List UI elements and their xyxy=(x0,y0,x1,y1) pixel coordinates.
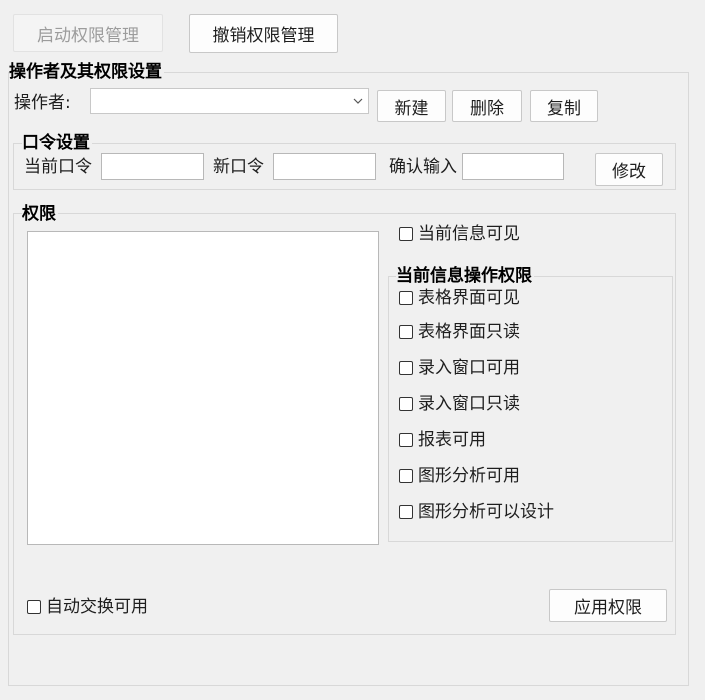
checkbox-label: 表格界面可见 xyxy=(418,288,520,308)
current-password-label: 当前口令 xyxy=(24,157,92,177)
checkbox-label: 录入窗口可用 xyxy=(418,358,520,378)
checkbox-box[interactable] xyxy=(399,227,413,241)
new-password-label: 新口令 xyxy=(213,157,264,177)
checkbox-label: 表格界面只读 xyxy=(418,322,520,342)
report-usable-checkbox[interactable]: 报表可用 xyxy=(399,429,486,451)
checkbox-box[interactable] xyxy=(399,325,413,339)
entry-window-readonly-checkbox[interactable]: 录入窗口只读 xyxy=(399,393,520,415)
chevron-down-icon[interactable] xyxy=(348,91,368,111)
checkbox-label: 报表可用 xyxy=(418,430,486,450)
graph-analysis-usable-checkbox[interactable]: 图形分析可用 xyxy=(399,465,520,487)
checkbox-box[interactable] xyxy=(399,469,413,483)
confirm-password-label: 确认输入 xyxy=(389,157,457,177)
checkbox-label: 自动交换可用 xyxy=(46,597,148,617)
permission-group-title: 权限 xyxy=(22,204,58,224)
table-readonly-checkbox[interactable]: 表格界面只读 xyxy=(399,321,520,343)
current-info-visible-checkbox[interactable]: 当前信息可见 xyxy=(399,223,520,245)
new-operator-button[interactable]: 新建 xyxy=(377,90,446,122)
graph-analysis-design-checkbox[interactable]: 图形分析可以设计 xyxy=(399,501,554,523)
checkbox-box[interactable] xyxy=(27,600,41,614)
checkbox-label: 当前信息可见 xyxy=(418,224,520,244)
checkbox-label: 图形分析可用 xyxy=(418,466,520,486)
operator-label: 操作者: xyxy=(14,93,71,113)
checkbox-box[interactable] xyxy=(399,397,413,411)
checkbox-label: 录入窗口只读 xyxy=(418,394,520,414)
auto-exchange-checkbox[interactable]: 自动交换可用 xyxy=(27,596,148,618)
operator-permission-group-title: 操作者及其权限设置 xyxy=(9,62,164,82)
permission-list[interactable] xyxy=(27,231,379,545)
checkbox-label: 图形分析可以设计 xyxy=(418,502,554,522)
new-password-field[interactable] xyxy=(273,153,376,180)
current-password-field[interactable] xyxy=(101,153,204,180)
revoke-permission-button[interactable]: 撤销权限管理 xyxy=(189,14,338,53)
apply-permission-button[interactable]: 应用权限 xyxy=(549,589,667,622)
checkbox-box[interactable] xyxy=(399,291,413,305)
operator-combobox[interactable] xyxy=(90,88,369,114)
delete-operator-button[interactable]: 删除 xyxy=(452,90,522,122)
copy-operator-button[interactable]: 复制 xyxy=(530,90,598,122)
checkbox-box[interactable] xyxy=(399,433,413,447)
entry-window-usable-checkbox[interactable]: 录入窗口可用 xyxy=(399,357,520,379)
confirm-password-field[interactable] xyxy=(462,153,564,180)
modify-password-button[interactable]: 修改 xyxy=(595,153,663,186)
info-ops-group-title: 当前信息操作权限 xyxy=(396,266,534,286)
password-group-title: 口令设置 xyxy=(22,133,92,153)
checkbox-box[interactable] xyxy=(399,361,413,375)
enable-permission-button[interactable]: 启动权限管理 xyxy=(13,14,163,52)
table-visible-checkbox[interactable]: 表格界面可见 xyxy=(399,287,520,309)
checkbox-box[interactable] xyxy=(399,505,413,519)
